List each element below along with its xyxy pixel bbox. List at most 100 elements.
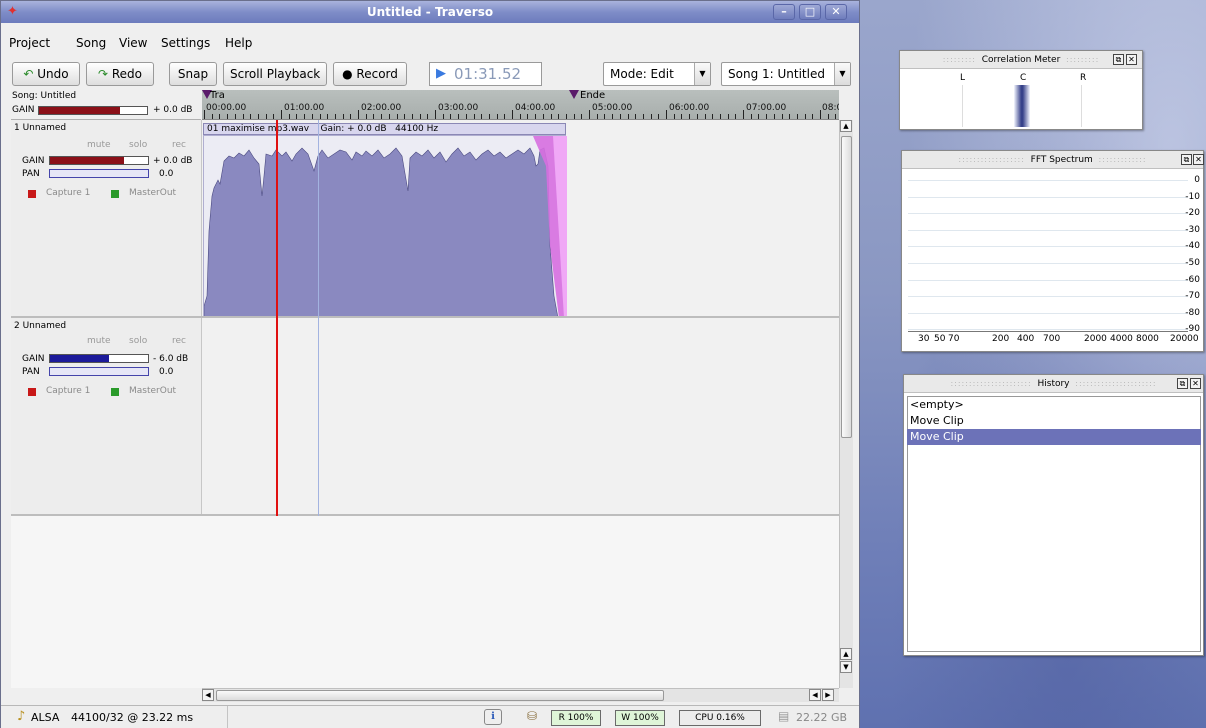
history-item[interactable]: Move Clip — [907, 429, 1201, 445]
mute-button[interactable]: mute — [87, 140, 111, 150]
ruler-tick — [396, 114, 398, 119]
ruler-tick — [804, 114, 806, 119]
ruler-tick — [204, 110, 205, 119]
ruler-tick — [789, 114, 791, 119]
ruler-tick — [381, 114, 383, 119]
fft-freq-label: 700 — [1043, 334, 1061, 344]
grip-dots: :::::::::::::::::::::: — [1075, 379, 1157, 388]
undo-icon: ↶ — [23, 67, 34, 81]
undo-button[interactable]: ↶ Undo — [12, 62, 80, 86]
info-icon[interactable]: ℹ — [484, 709, 502, 725]
float-icon[interactable]: ⧉ — [1177, 378, 1188, 389]
input-bus-label[interactable]: Capture 1 — [46, 188, 90, 198]
status-bar: ♪ ALSA 44100/32 @ 23.22 ms ℹ ⛁ R 100% W … — [1, 705, 859, 728]
grip-dots: ::::::::: — [942, 55, 976, 64]
output-bus-label[interactable]: MasterOut — [129, 386, 176, 396]
ruler-mark: 05:00.00 — [592, 103, 633, 113]
redo-button[interactable]: ↷ Redo — [86, 62, 154, 86]
record-button[interactable]: ● Record — [333, 62, 407, 86]
correlation-meter-titlebar[interactable]: ::::::::: Correlation Meter ::::::::: — [900, 51, 1142, 69]
track-header-2[interactable]: 2 Unnamed mute solo rec GAIN - 6.0 dB PA… — [11, 318, 202, 514]
menu-settings[interactable]: Settings — [161, 36, 210, 50]
vertical-scrollbar[interactable]: ▲ ▲ ▼ — [839, 120, 853, 688]
maximize-button[interactable]: □ — [799, 4, 821, 20]
track-pan-slider[interactable] — [49, 169, 149, 178]
solo-button[interactable]: solo — [129, 336, 147, 346]
play-icon[interactable]: ▶ — [436, 63, 446, 85]
menu-song[interactable]: Song — [76, 36, 106, 50]
close-icon[interactable]: ✕ — [1190, 378, 1201, 389]
history-item[interactable]: Move Clip — [907, 413, 1201, 429]
horizontal-scrollbar[interactable]: ◀ ◀ ▶ — [202, 688, 839, 702]
menu-project[interactable]: Project — [9, 36, 50, 50]
ruler-tick — [419, 114, 421, 119]
ruler-tick — [750, 114, 752, 119]
clip-gain: Gain: + 0.0 dB — [320, 124, 387, 134]
ruler-tick — [673, 114, 675, 119]
scroll-down-icon[interactable]: ▼ — [840, 661, 852, 673]
ruler-tick — [442, 114, 444, 119]
history-item[interactable]: <empty> — [907, 397, 1201, 413]
ruler-tick — [435, 110, 436, 119]
audio-clip-header[interactable]: 01 maximise mp3.wav Gain: + 0.0 dB 44100… — [203, 123, 566, 135]
scroll-left-icon[interactable]: ◀ — [202, 689, 214, 701]
playhead[interactable] — [276, 120, 278, 516]
rec-button[interactable]: rec — [172, 140, 186, 150]
ruler-tick — [589, 110, 590, 119]
ruler-tick — [535, 114, 537, 119]
ruler-tick — [619, 114, 621, 119]
menu-help[interactable]: Help — [225, 36, 252, 50]
chevron-down-icon[interactable]: ▼ — [694, 63, 710, 85]
track-pan-label: PAN — [22, 367, 40, 377]
title-bar[interactable]: ✦ Untitled - Traverso – □ ✕ — [1, 1, 859, 23]
float-icon[interactable]: ⧉ — [1181, 154, 1192, 165]
track-gain-slider[interactable] — [49, 354, 149, 363]
fft-title: FFT Spectrum — [1030, 155, 1093, 165]
ruler-tick — [473, 114, 475, 119]
fft-gridline — [908, 180, 1188, 181]
ruler-tick — [658, 114, 660, 119]
end-marker-icon[interactable] — [569, 90, 579, 99]
scroll-left-icon[interactable]: ◀ — [809, 689, 821, 701]
ruler-tick — [565, 114, 567, 119]
minimize-button[interactable]: – — [773, 4, 795, 20]
drive-icon: ▤ — [778, 709, 790, 723]
track-lane-2[interactable] — [202, 318, 839, 514]
input-bus-label[interactable]: Capture 1 — [46, 386, 90, 396]
scroll-playback-button[interactable]: Scroll Playback — [223, 62, 327, 86]
clip-rate: 44100 Hz — [395, 124, 439, 134]
song-select[interactable]: Song 1: Untitled ▼ — [721, 62, 851, 86]
track-pan-slider[interactable] — [49, 367, 149, 376]
track-gain-label: GAIN — [22, 354, 45, 364]
scroll-up-icon[interactable]: ▲ — [840, 120, 852, 132]
song-gain-slider[interactable] — [38, 106, 148, 115]
start-marker-label: Tra — [210, 90, 225, 101]
transport-clock[interactable]: ▶ 01:31.52 — [429, 62, 542, 86]
history-title: History — [1037, 379, 1070, 389]
vertical-scroll-thumb[interactable] — [841, 136, 852, 438]
horizontal-scroll-thumb[interactable] — [216, 690, 664, 701]
output-bus-label[interactable]: MasterOut — [129, 188, 176, 198]
scroll-right-icon[interactable]: ▶ — [822, 689, 834, 701]
close-button[interactable]: ✕ — [825, 4, 847, 20]
scroll-up-icon[interactable]: ▲ — [840, 648, 852, 660]
track-gain-slider[interactable] — [49, 156, 149, 165]
history-titlebar[interactable]: :::::::::::::::::::::: History :::::::::… — [904, 375, 1203, 393]
chevron-down-icon[interactable]: ▼ — [834, 63, 850, 85]
solo-button[interactable]: solo — [129, 140, 147, 150]
fft-titlebar[interactable]: :::::::::::::::::: FFT Spectrum ::::::::… — [902, 151, 1203, 169]
fft-gridline — [908, 246, 1188, 248]
mute-button[interactable]: mute — [87, 336, 111, 346]
clip-name: 01 maximise mp3.wav — [207, 124, 310, 134]
close-icon[interactable]: ✕ — [1126, 54, 1137, 65]
write-buffer-status: W 100% — [615, 710, 665, 726]
menu-view[interactable]: View — [119, 36, 147, 50]
close-icon[interactable]: ✕ — [1193, 154, 1204, 165]
audio-clip[interactable] — [203, 135, 567, 318]
timeline-ruler[interactable]: 00:00.00 01:00.00 02:00.00 03:00.00 04:0… — [202, 90, 839, 120]
track-header-1[interactable]: 1 Unnamed mute solo rec GAIN + 0.0 dB PA… — [11, 120, 202, 316]
mode-select[interactable]: Mode: Edit ▼ — [603, 62, 711, 86]
float-icon[interactable]: ⧉ — [1113, 54, 1124, 65]
rec-button[interactable]: rec — [172, 336, 186, 346]
snap-button[interactable]: Snap — [169, 62, 217, 86]
